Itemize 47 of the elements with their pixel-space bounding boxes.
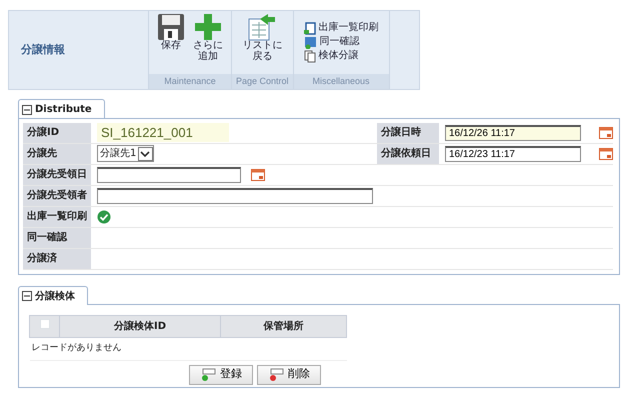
date-field[interactable]: 16/12/23 11:17 (445, 146, 581, 162)
column-header: 保管場所 (220, 316, 346, 338)
list-arrow-icon (248, 13, 276, 41)
text-field[interactable] (97, 188, 373, 204)
toolbar-button[interactable]: 保存 (155, 13, 187, 72)
panel-tab[interactable]: Distribute (18, 99, 105, 118)
field-label: 分譲済 (23, 248, 91, 268)
calendar-icon (251, 168, 265, 180)
collapse-toggle[interactable] (22, 291, 32, 301)
panel-tab[interactable]: 分譲検体 (18, 286, 88, 304)
document-icon (304, 22, 316, 35)
group-label: Page Control (232, 74, 293, 89)
copy-icon (304, 50, 316, 63)
toolbar-link[interactable]: 出庫一覧印刷 (304, 22, 379, 35)
form-icon (268, 368, 284, 382)
id-value: SI_161221_001 (97, 122, 229, 142)
toolbar-button[interactable]: さらに 追加 (191, 13, 225, 72)
field-label: 出庫一覧印刷 (23, 206, 91, 226)
panel-title: Distribute (35, 103, 92, 117)
group-label: Miscellaneous (294, 74, 389, 89)
calendar-icon (599, 148, 613, 160)
empty-message: レコードがありません (30, 338, 346, 360)
calendar-icon (599, 126, 613, 138)
toolbar-link[interactable]: 同一確認 (304, 36, 360, 49)
field-label: 分譲先受領日 (23, 164, 91, 184)
chevron-down-icon (138, 146, 154, 160)
dropdown[interactable]: 分譲先1 (97, 145, 154, 162)
field-label: 分譲日時 (377, 122, 439, 142)
panel-title: 分譲検体 (35, 289, 75, 304)
field-label: 分譲先受領者 (23, 186, 91, 206)
form-icon (200, 368, 216, 382)
collapse-toggle[interactable] (22, 104, 32, 114)
toolbar-link[interactable]: 検体分譲 (304, 50, 359, 63)
date-field[interactable] (97, 166, 241, 182)
group-label: Maintenance (149, 74, 231, 89)
date-field[interactable]: 16/12/26 11:17 (445, 124, 581, 140)
register-button[interactable]: 登録 (189, 364, 253, 384)
delete-button[interactable]: 削除 (257, 364, 321, 384)
field-label: 同一確認 (23, 228, 91, 248)
field-label: 分譲先 (23, 144, 91, 164)
plus-icon (194, 13, 222, 41)
column-header: 分譲検体ID (60, 316, 221, 338)
document-icon (304, 36, 317, 49)
toolbar-button[interactable]: リストに 戻る (240, 13, 284, 72)
select-all-checkbox[interactable] (40, 319, 50, 329)
field-label: 分譲ID (23, 122, 91, 142)
field-label: 分譲依頼日 (377, 144, 439, 164)
